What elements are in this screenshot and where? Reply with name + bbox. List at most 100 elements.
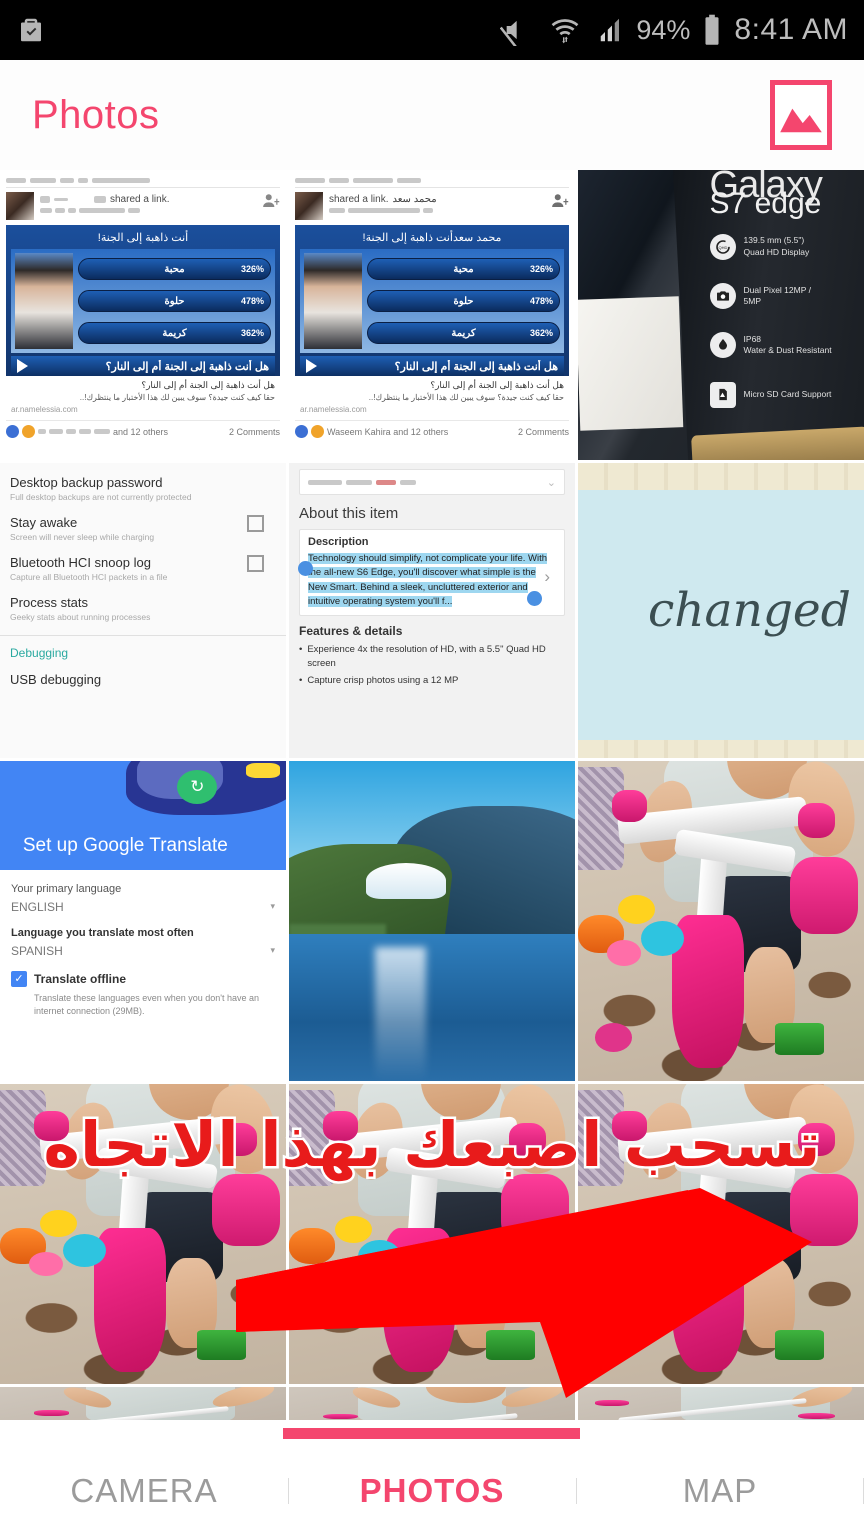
fb-link-preview: هل أنت ذاهبة إلى الجنة أم إلى النار؟ حقا… [295, 376, 569, 416]
translate-header: Set up Google Translate [0, 761, 286, 870]
status-bar: 94% 8:41 AM [0, 0, 864, 60]
changed-word: changed [647, 583, 851, 638]
quiz-profile-photo [15, 253, 73, 349]
description-text: Technology should simplify, not complica… [308, 552, 556, 609]
reactions-count: and 12 others [113, 426, 169, 437]
selection-handle-start[interactable] [298, 560, 313, 576]
spec-row: QHD 139.5 mm (5.5") Quad HD Display [709, 233, 810, 260]
add-friend-icon[interactable] [551, 192, 569, 210]
add-friend-icon[interactable] [262, 192, 280, 210]
quiz-cta: هل أنت ذاهبة إلى الجنة أم إلى النار؟ [300, 356, 564, 376]
battery-percent: 94% [636, 14, 691, 45]
status-bar-right: 94% 8:41 AM [500, 13, 848, 47]
chevron-right-icon[interactable]: › [544, 567, 550, 587]
quiz-bar: محبة 326% [78, 258, 271, 280]
bullet-icon: • [299, 644, 303, 655]
spec-line: Quad HD Display [743, 246, 810, 257]
photo-thumbnail[interactable]: Desktop backup password Full desktop bac… [0, 463, 286, 758]
setting-title: Process stats [10, 595, 89, 610]
quiz-bar-value: 478% [529, 296, 553, 306]
translate-often-select[interactable]: SPANISH ▾ [11, 944, 275, 958]
spec-line: Dual Pixel 12MP / [743, 284, 811, 295]
developer-options-screenshot: Desktop backup password Full desktop bac… [0, 463, 286, 758]
wow-reaction-icon [311, 425, 324, 438]
link-snippet: حقا كيف كنت جيدة؟ سوف يبين لك هذا الأختب… [79, 393, 275, 402]
phone-model-text: S7 edge [709, 187, 822, 221]
wifi-icon [552, 19, 579, 44]
tab-camera[interactable]: CAMERA [0, 1472, 288, 1510]
setting-title: Desktop backup password [10, 475, 163, 490]
like-reaction-icon [6, 425, 19, 438]
sun-reflection [374, 946, 427, 1081]
quiz-bar-label: محبة [164, 263, 185, 275]
divider [0, 635, 286, 636]
clock: 8:41 AM [734, 13, 848, 46]
collapsed-row: ⌄ [299, 469, 565, 495]
toy [640, 921, 684, 957]
setting-row: Bluetooth HCI snoop log Capture all Blue… [10, 555, 276, 582]
map-shape [245, 763, 281, 779]
link-title: هل أنت ذاهبة إلى الجنة أم إلى النار؟ [430, 380, 564, 390]
fb-quiz-card: أنت ذاهبة إلى الجنة! محبة 326% حلوة 478% [6, 225, 280, 376]
section-header: Debugging [10, 646, 69, 660]
photo-thumbnail[interactable] [0, 1084, 286, 1384]
feature-item: • Experience 4x the resolution of HD, wit… [299, 643, 565, 671]
selected-text: Technology should simplify, not complica… [308, 553, 548, 607]
fb-link-preview: هل أنت ذاهبة إلى الجنة أم إلى النار؟ حقا… [6, 376, 280, 416]
baby-bike-photo [578, 1387, 864, 1420]
work-profile-icon [21, 18, 41, 42]
quiz-bar: حلوة 478% [78, 290, 271, 312]
quiz-bars: محبة 326% حلوة 478% كريمة 362% [78, 253, 271, 349]
photo-thumbnail[interactable]: Galaxy S7 edge QHD 139.5 mm (5.5") Quad … [578, 170, 864, 460]
status-bar-left [16, 13, 46, 47]
translate-body: Your primary language ENGLISH ▾ Language… [0, 870, 286, 1031]
chevron-down-icon: ▾ [270, 901, 275, 912]
photo-thumbnail[interactable] [289, 761, 575, 1081]
photo-thumbnail[interactable]: changed [578, 463, 864, 758]
offline-checkbox-row[interactable]: ✓ Translate offline [11, 970, 275, 987]
primary-language-value: ENGLISH [11, 899, 64, 914]
photo-grid-row: Set up Google Translate Your primary lan… [0, 761, 864, 1081]
photo-thumbnail[interactable]: Set up Google Translate Your primary lan… [0, 761, 286, 1081]
photo-grid[interactable]: shared a link. أنت ذاهبة إلى الجنة! محبة… [0, 170, 864, 1420]
spec-row: Dual Pixel 12MP / 5MP [709, 283, 811, 310]
photo-thumbnail[interactable]: ⌄ About this item Description Technology… [289, 463, 575, 758]
facebook-post-screenshot: shared a link. محمد سعد محمد سعدأنت ذاهب… [289, 170, 575, 460]
setting-row: Process stats Geeky stats about running … [10, 595, 276, 622]
gallery-icon[interactable] [770, 80, 832, 150]
bullet-icon: • [299, 674, 303, 686]
header-actions [770, 80, 832, 150]
quiz-bar-value: 362% [240, 328, 264, 338]
bottom-tab-bar[interactable]: CAMERA PHOTOS MAP [0, 1420, 864, 1536]
fb-post-footer: and 12 others 2 Comments [6, 420, 280, 438]
photo-thumbnail[interactable] [578, 761, 864, 1081]
toy [775, 1023, 824, 1056]
toy [606, 940, 641, 966]
chevron-down-icon: ▾ [270, 945, 275, 956]
quiz-bar-label: محبة [453, 263, 474, 275]
photo-thumbnail[interactable] [289, 1387, 575, 1420]
photo-thumbnail[interactable] [289, 1084, 575, 1384]
photo-thumbnail[interactable] [578, 1387, 864, 1420]
photo-thumbnail[interactable]: shared a link. أنت ذاهبة إلى الجنة! محبة… [0, 170, 286, 460]
translate-title: Set up Google Translate [22, 834, 228, 856]
link-domain: ar.namelessia.com [300, 405, 367, 414]
tab-photos[interactable]: PHOTOS [288, 1472, 576, 1510]
fb-post-header: shared a link. [6, 192, 280, 220]
offline-checkbox-label: Translate offline [34, 971, 127, 986]
setting-checkbox[interactable] [247, 515, 264, 532]
tab-map[interactable]: MAP [576, 1472, 864, 1510]
offline-checkbox[interactable]: ✓ [11, 970, 27, 987]
setting-checkbox[interactable] [247, 555, 264, 572]
quiz-bar: حلوة 478% [367, 290, 560, 312]
photo-thumbnail[interactable] [0, 1387, 286, 1420]
bike-grip [798, 802, 836, 838]
spec-line: 139.5 mm (5.5") [743, 235, 805, 246]
photo-thumbnail[interactable]: shared a link. محمد سعد محمد سعدأنت ذاهب… [289, 170, 575, 460]
offline-note: Translate these languages even when you … [34, 992, 260, 1016]
primary-language-select[interactable]: ENGLISH ▾ [11, 900, 275, 914]
reactions-count: Waseem Kahira and 12 others [327, 426, 449, 437]
page-title: Photos [32, 92, 160, 137]
photo-thumbnail[interactable] [578, 1084, 864, 1384]
fb-top-strip [6, 174, 280, 188]
